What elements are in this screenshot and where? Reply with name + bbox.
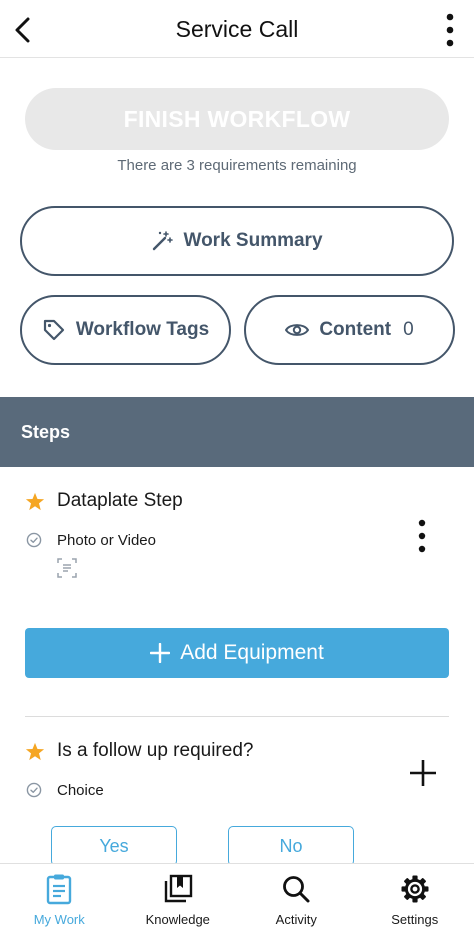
document-scan-icon: [57, 558, 77, 578]
tab-label: Activity: [275, 912, 317, 927]
work-summary-label: Work Summary: [183, 230, 323, 251]
bottom-tab-bar: My Work Knowledge Activity Settings: [0, 863, 474, 938]
tab-label: Knowledge: [145, 912, 210, 927]
more-vertical-icon: [418, 519, 426, 553]
clipboard-icon: [46, 872, 72, 906]
step-type: Photo or Video: [57, 532, 156, 549]
tag-icon: [42, 318, 66, 342]
more-options-button[interactable]: [436, 10, 464, 50]
steps-section-header: Steps: [0, 397, 474, 467]
choice-yes-button[interactable]: Yes: [51, 826, 177, 866]
tab-label: My Work: [33, 912, 85, 927]
requirements-remaining-text: There are 3 requirements remaining: [117, 157, 357, 174]
content-button[interactable]: Content 0: [244, 295, 455, 365]
gear-icon: [400, 872, 430, 906]
add-equipment-label: Add Equipment: [180, 641, 324, 664]
app-header: Service Call: [0, 0, 474, 58]
book-icon: [163, 872, 193, 906]
tab-activity[interactable]: Activity: [237, 864, 356, 938]
step-options-button[interactable]: [410, 516, 434, 556]
magic-wand-icon: [151, 230, 174, 252]
check-circle-icon: [26, 532, 42, 548]
more-vertical-icon: [446, 13, 454, 47]
page-title: Service Call: [175, 16, 299, 42]
steps-section-title: Steps: [21, 421, 71, 442]
add-equipment-button[interactable]: Add Equipment: [25, 628, 449, 678]
plus-icon: [150, 643, 171, 663]
step-type: Choice: [57, 782, 104, 799]
step-item[interactable]: Dataplate Step Photo or Video: [0, 490, 474, 600]
content-label: Content: [319, 319, 392, 340]
workflow-tags-button[interactable]: Workflow Tags: [20, 295, 231, 365]
star-icon: [25, 742, 45, 761]
star-icon: [25, 492, 45, 511]
search-icon: [281, 872, 311, 906]
step-title: Dataplate Step: [57, 490, 183, 511]
divider: [25, 716, 449, 717]
work-summary-button[interactable]: Work Summary: [20, 206, 454, 276]
step-title: Is a follow up required?: [57, 740, 254, 761]
finish-workflow-button[interactable]: FINISH WORKFLOW: [25, 88, 449, 150]
eye-icon: [285, 322, 310, 338]
content-count: 0: [403, 319, 414, 340]
tab-label: Settings: [391, 912, 439, 927]
plus-icon: [410, 760, 436, 786]
workflow-tags-label: Workflow Tags: [75, 319, 210, 340]
check-circle-icon: [26, 782, 42, 798]
step-add-button[interactable]: [404, 754, 442, 792]
tab-my-work[interactable]: My Work: [0, 864, 119, 938]
tab-settings[interactable]: Settings: [356, 864, 474, 938]
step-item[interactable]: Is a follow up required? Choice: [0, 740, 474, 820]
tab-knowledge[interactable]: Knowledge: [119, 864, 238, 938]
choice-no-button[interactable]: No: [228, 826, 354, 866]
